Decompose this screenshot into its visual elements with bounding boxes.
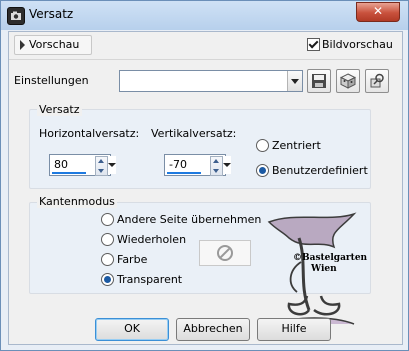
radio-wiederholen-label: Wiederholen bbox=[117, 233, 187, 246]
ok-button[interactable]: OK bbox=[95, 318, 169, 341]
horizontal-spinner[interactable]: 80 bbox=[49, 154, 116, 176]
close-button[interactable]: ✕ bbox=[356, 2, 400, 22]
cancel-button[interactable]: Abbrechen bbox=[176, 318, 250, 341]
einstellungen-label: Einstellungen bbox=[14, 74, 89, 87]
horizontal-value: 80 bbox=[54, 158, 68, 171]
bildvorschau-label: Bildvorschau bbox=[322, 38, 393, 51]
radio-wiederholen[interactable] bbox=[101, 233, 114, 246]
radio-zentriert-label: Zentriert bbox=[272, 139, 321, 152]
horizontal-label: Horizontalversatz: bbox=[39, 127, 140, 140]
preset-manager-button[interactable] bbox=[365, 69, 389, 93]
radio-farbe-label: Farbe bbox=[117, 253, 148, 266]
input-underline bbox=[52, 172, 86, 174]
randomize-button[interactable] bbox=[336, 69, 360, 93]
help-button[interactable]: Hilfe bbox=[257, 318, 331, 341]
radio-transparent-label: Transparent bbox=[117, 273, 183, 286]
radio-andere-seite-label: Andere Seite übernehmen bbox=[117, 213, 262, 226]
radio-benutzerdefiniert-label: Benutzerdefiniert bbox=[272, 164, 368, 177]
kantenmodus-legend: Kantenmodus bbox=[37, 195, 117, 208]
window-title: Versatz bbox=[29, 7, 74, 21]
versatz-legend: Versatz bbox=[37, 103, 82, 116]
triangle-right-icon bbox=[20, 40, 25, 50]
watermark-text-2: Wien bbox=[311, 264, 337, 274]
vertical-value: -70 bbox=[169, 158, 187, 171]
vertical-spinner[interactable]: -70 bbox=[164, 154, 231, 176]
save-icon bbox=[312, 74, 326, 88]
radio-zentriert[interactable] bbox=[256, 139, 269, 152]
chevron-down-icon[interactable] bbox=[287, 71, 302, 91]
chevron-down-icon[interactable] bbox=[108, 156, 116, 174]
vertical-label: Vertikalversatz: bbox=[151, 127, 237, 140]
chevron-down-icon[interactable] bbox=[223, 156, 231, 174]
cube-icon bbox=[340, 73, 356, 89]
preset-icon bbox=[370, 73, 384, 88]
vorschau-label: Vorschau bbox=[29, 38, 80, 51]
close-icon: ✕ bbox=[372, 4, 384, 18]
camera-icon bbox=[7, 7, 25, 25]
title-bar: Versatz ✕ bbox=[1, 1, 408, 30]
input-underline bbox=[167, 172, 201, 174]
dialog-window: Versatz ✕ Vorschau Bildvorschau Einstell… bbox=[0, 0, 409, 351]
bildvorschau-checkbox[interactable] bbox=[307, 38, 320, 51]
watermark-text-1: ©Bastelgarten bbox=[293, 253, 368, 263]
radio-farbe[interactable] bbox=[101, 253, 114, 266]
vorschau-toggle[interactable]: Vorschau bbox=[14, 35, 92, 55]
radio-andere-seite[interactable] bbox=[101, 213, 114, 226]
save-preset-button[interactable] bbox=[307, 69, 331, 93]
color-swatch-button[interactable] bbox=[199, 240, 251, 266]
separator bbox=[9, 59, 402, 60]
watermark: ©Bastelgarten Wien bbox=[259, 212, 389, 335]
radio-transparent[interactable] bbox=[101, 273, 114, 286]
dialog-body: Vorschau Bildvorschau Einstellungen Vers… bbox=[8, 31, 403, 345]
radio-benutzerdefiniert[interactable] bbox=[256, 164, 269, 177]
disabled-icon bbox=[217, 245, 233, 261]
spin-updown-icon[interactable] bbox=[95, 156, 108, 176]
spin-updown-icon[interactable] bbox=[210, 156, 223, 176]
settings-combo[interactable] bbox=[119, 70, 303, 92]
